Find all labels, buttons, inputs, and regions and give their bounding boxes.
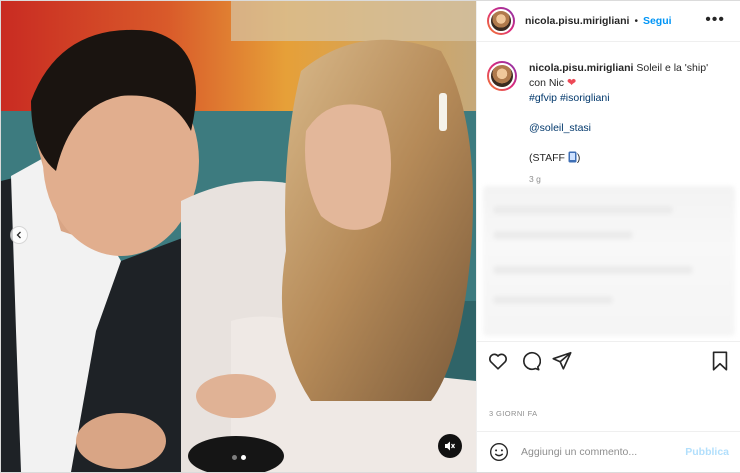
mute-toggle-button[interactable] <box>438 434 462 458</box>
hashtag-link[interactable]: #gfvip <box>529 92 557 104</box>
action-bar <box>477 341 740 381</box>
mention-link[interactable]: @soleil_stasi <box>529 122 591 134</box>
speaker-muted-icon <box>445 441 455 451</box>
carousel-prev-button[interactable] <box>10 226 28 244</box>
follow-button[interactable]: Segui <box>643 15 672 27</box>
post-video[interactable] <box>1 1 476 472</box>
smiley-icon[interactable] <box>489 442 509 462</box>
carousel-indicator <box>1 455 476 460</box>
comment-input[interactable] <box>521 446 671 458</box>
avatar[interactable] <box>487 7 515 35</box>
carousel-dot-active <box>240 455 246 460</box>
caption: nicola.pisu.mirigliani Soleil e la 'ship… <box>487 61 724 187</box>
staff-text: (STAFF <box>529 152 565 164</box>
comment-bubble-icon[interactable] <box>519 350 541 372</box>
caption-body: nicola.pisu.mirigliani Soleil e la 'ship… <box>529 61 724 187</box>
heart-outline-icon[interactable] <box>487 350 509 372</box>
carousel-dot <box>231 455 237 460</box>
header-username[interactable]: nicola.pisu.mirigliani <box>525 15 629 27</box>
chevron-left-icon <box>16 231 21 239</box>
more-options-icon[interactable]: ••• <box>705 12 725 28</box>
post-side-panel: nicola.pisu.mirigliani • Segui ••• nicol… <box>476 1 740 472</box>
video-frame <box>1 1 476 472</box>
red-heart-emoji-icon: ❤ <box>566 77 577 89</box>
comment-bar: Pubblica <box>477 431 740 472</box>
mobile-phone-emoji-icon <box>568 151 577 163</box>
staff-close: ) <box>576 152 581 164</box>
caption-time: 3 g <box>529 174 541 184</box>
header-separator: • <box>634 15 638 27</box>
caption-username[interactable]: nicola.pisu.mirigliani <box>529 62 633 74</box>
bookmark-icon[interactable] <box>709 350 731 372</box>
caption-avatar[interactable] <box>487 61 517 91</box>
publish-button[interactable]: Pubblica <box>685 446 729 458</box>
hashtag-link[interactable]: #isorigliani <box>560 92 610 104</box>
post-header: nicola.pisu.mirigliani • Segui ••• <box>477 1 740 42</box>
caption-area: nicola.pisu.mirigliani Soleil e la 'ship… <box>477 43 740 184</box>
post-date: 3 GIORNI FA <box>489 409 538 418</box>
paper-plane-icon[interactable] <box>551 350 573 372</box>
blurred-comments <box>483 186 735 336</box>
instagram-post: nicola.pisu.mirigliani • Segui ••• nicol… <box>0 0 740 473</box>
